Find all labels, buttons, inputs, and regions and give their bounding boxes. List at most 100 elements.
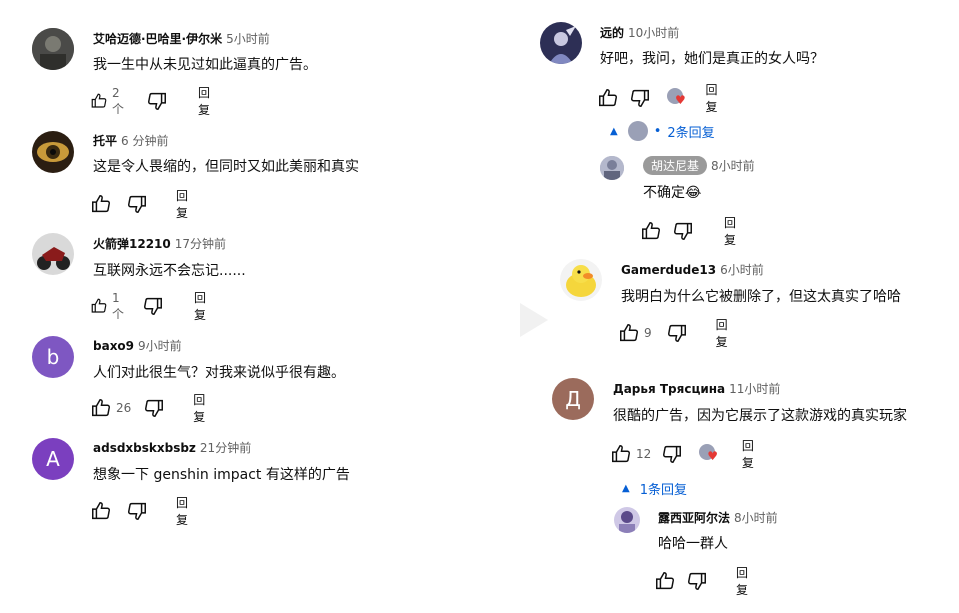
avatar-letter: Д (565, 387, 581, 411)
comment-text: 想象一下 genshin impact 有这样的广告 (93, 467, 350, 483)
like-button[interactable]: 9 (618, 322, 652, 344)
thumbs-up-icon (91, 93, 107, 108)
reply-button[interactable]: 回复 (706, 81, 723, 115)
comment-text: 好吧，我问，她们是真正的女人吗？ (600, 51, 824, 67)
like-button[interactable]: 1个 (90, 291, 128, 322)
comment-time[interactable]: 6小时前 (720, 263, 764, 277)
comment-text: 不确定😂 (643, 185, 702, 201)
comment-time[interactable]: 17分钟前 (175, 237, 226, 251)
like-count: 2个 (111, 85, 124, 116)
replies-toggle[interactable]: ▲ 1条回复 (622, 479, 687, 498)
dislike-button[interactable] (686, 570, 708, 592)
reply-button[interactable]: 回复 (193, 391, 205, 425)
reply-button[interactable]: 回复 (176, 494, 188, 528)
reply-button[interactable]: 回复 (736, 564, 748, 598)
user-avatar[interactable] (32, 233, 74, 275)
comment-author[interactable]: 露西亚阿尔法 (658, 511, 730, 525)
comment-text: 我一生中从未见过如此逼真的广告。 (93, 57, 317, 73)
like-button[interactable]: 2个 (90, 86, 128, 117)
user-avatar[interactable] (32, 28, 74, 70)
comment-text: 互联网永远不会忘记...... (93, 263, 246, 279)
like-button[interactable] (597, 87, 619, 109)
thumbs-up-icon (642, 222, 660, 240)
comment-time[interactable]: 8小时前 (711, 159, 755, 173)
like-button[interactable] (90, 193, 116, 215)
reply-button[interactable]: 回复 (198, 84, 210, 118)
comment-time[interactable]: 9小时前 (138, 339, 182, 353)
reply-button[interactable]: 回复 (716, 316, 728, 350)
like-count: 9 (644, 326, 652, 340)
dislike-button[interactable] (126, 500, 148, 522)
thumbs-up-icon (92, 195, 110, 213)
comment-time[interactable]: 6 分钟前 (121, 134, 168, 148)
chevron-up-icon: ▲ (622, 483, 630, 494)
avatar-letter: b (46, 345, 60, 369)
dislike-button[interactable] (661, 443, 683, 465)
comment-text: 哈哈一群人 (658, 536, 728, 552)
user-avatar[interactable] (614, 507, 640, 533)
user-avatar[interactable] (600, 156, 624, 180)
thumbs-up-icon (656, 572, 674, 590)
avatar-letter: A (46, 447, 60, 471)
thumbs-up-icon (620, 324, 638, 342)
like-button[interactable]: 12 (610, 443, 651, 465)
comment-author[interactable]: Gamerdude13 (621, 263, 716, 277)
comment-time[interactable]: 8小时前 (734, 511, 778, 525)
user-avatar[interactable]: Д (552, 378, 594, 420)
creator-heart-icon: ♥ (667, 88, 686, 108)
play-icon[interactable] (520, 303, 548, 337)
comment-time[interactable]: 11小时前 (729, 382, 780, 396)
comment-author[interactable]: adsdxbskxbsbz (93, 441, 196, 455)
like-count: 12 (636, 447, 652, 461)
like-count: 26 (116, 401, 132, 415)
dislike-button[interactable] (142, 295, 164, 317)
like-button[interactable]: 26 (90, 397, 131, 419)
dislike-button[interactable] (126, 193, 148, 215)
thumbs-down-icon (144, 297, 162, 315)
thumbs-up-icon (612, 445, 630, 463)
thumbs-down-icon (631, 89, 649, 107)
replies-toggle[interactable]: ▲ • 2条回复 (610, 121, 715, 141)
comment-text: 人们对此很生气？对我来说似乎很有趣。 (93, 365, 345, 381)
thumbs-down-icon (674, 222, 692, 240)
dislike-button[interactable] (666, 322, 688, 344)
reply-button[interactable]: 回复 (724, 214, 736, 248)
comment-author[interactable]: 火箭弹12210 (93, 237, 171, 251)
user-avatar[interactable]: A (32, 438, 74, 480)
thumbs-up-icon (92, 502, 110, 520)
like-count: 1个 (111, 290, 124, 321)
thumbs-down-icon (145, 399, 164, 417)
thumbs-up-icon (599, 89, 617, 107)
dislike-button[interactable] (146, 90, 168, 112)
like-button[interactable] (654, 570, 676, 592)
like-button[interactable] (640, 220, 662, 242)
thumbs-up-icon (92, 399, 110, 417)
chevron-up-icon: ▲ (610, 125, 618, 137)
dislike-button[interactable] (629, 87, 651, 109)
user-avatar[interactable] (32, 131, 74, 173)
user-avatar[interactable] (560, 259, 602, 301)
comment-author[interactable]: baxo9 (93, 339, 134, 353)
dislike-button[interactable] (143, 397, 165, 419)
comment-author[interactable]: Дарья Трясцина (613, 382, 725, 396)
thumbs-down-icon (663, 445, 682, 463)
user-avatar[interactable]: b (32, 336, 74, 378)
dislike-button[interactable] (672, 220, 694, 242)
comment-time[interactable]: 10小时前 (628, 26, 679, 40)
comment-time[interactable]: 21分钟前 (200, 441, 251, 455)
replies-count: 1条回复 (639, 483, 687, 498)
comment-text: 我明白为什么它被删除了，但这太真实了哈哈 (621, 289, 901, 305)
thumbs-down-icon (128, 195, 146, 213)
channel-owner-badge[interactable]: 胡达尼基 (643, 156, 708, 175)
creator-heart-icon: ♥ (699, 444, 718, 464)
comment-author[interactable]: 托平 (93, 134, 117, 148)
user-avatar[interactable] (540, 22, 582, 64)
reply-button[interactable]: 回复 (742, 437, 759, 471)
reply-button[interactable]: 回复 (176, 187, 188, 221)
like-button[interactable] (90, 500, 116, 522)
comment-author[interactable]: 远的 (600, 26, 624, 40)
thumbs-up-icon (91, 298, 107, 313)
comment-time[interactable]: 5小时前 (226, 32, 270, 46)
reply-button[interactable]: 回复 (194, 289, 206, 323)
comment-author[interactable]: 艾哈迈德·巴哈里·伊尔米 (93, 32, 222, 46)
